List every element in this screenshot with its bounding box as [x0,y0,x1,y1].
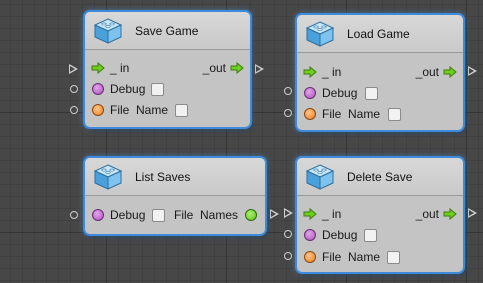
file-name-port-icon[interactable] [304,251,316,263]
list-saves-external-file-names-icon[interactable] [270,209,279,219]
debug-label: Debug [322,86,358,100]
delete-save-external-flow-out-icon[interactable] [468,208,477,218]
flow-row: _ in _out [85,58,250,78]
flow-in-label: _ in [322,207,342,221]
load-game-external-flow-out-icon[interactable] [468,66,477,76]
delete-save-node[interactable]: Delete Save _ in _out Debug File Name [297,158,463,272]
file-names-port-icon[interactable] [245,209,257,221]
flow-out-arrow-icon[interactable] [443,208,457,220]
file-name-port-icon[interactable] [304,108,316,120]
flow-row: _ in _out [297,62,463,82]
debug-label: Debug [110,82,146,96]
file-name-label: File Name [110,103,169,117]
flow-out-label: _out [415,65,439,79]
debug-row: Debug [85,79,250,99]
flow-in-label: _ in [322,65,342,79]
debug-checkbox[interactable] [365,86,378,100]
delete-save-external-debug-icon[interactable] [284,230,292,238]
save-game-header[interactable]: Save Game [85,12,250,50]
save-game-external-flow-in-icon[interactable] [69,64,78,74]
delete-save-header[interactable]: Delete Save [297,158,463,196]
file-name-checkbox[interactable] [388,107,401,121]
save-game-external-flow-out-icon[interactable] [255,64,264,74]
debug-label: Debug [322,228,358,242]
debug-checkbox[interactable] [151,82,164,96]
debug-row: Debug [297,83,463,103]
node-title: List Saves [135,169,191,184]
debug-file-names-row: Debug File Names [85,205,265,225]
load-game-external-file-name-icon[interactable] [284,109,292,117]
delete-save-external-file-name-icon[interactable] [284,252,292,260]
flow-out-label: _out [415,207,439,221]
list-saves-header[interactable]: List Saves [85,158,265,196]
flow-in-arrow-icon[interactable] [303,66,317,78]
flow-in-arrow-icon[interactable] [91,62,105,74]
node-title: Load Game [347,26,410,41]
save-game-node[interactable]: Save Game _ in _out Debug File Name [85,12,250,127]
list-saves-external-debug-icon[interactable] [70,211,78,219]
load-game-header[interactable]: Load Game [297,15,463,53]
load-game-external-debug-icon[interactable] [284,87,292,95]
load-game-node[interactable]: Load Game _ in _out Debug File Name [297,15,463,130]
node-title: Save Game [135,23,199,38]
cube-icon [305,163,335,191]
flow-out-arrow-icon[interactable] [230,62,244,74]
debug-label: Debug [110,208,146,222]
file-name-label: File Name [322,250,381,264]
cube-icon [305,20,335,48]
flow-out-arrow-icon[interactable] [443,66,457,78]
cube-icon [93,163,123,191]
file-name-checkbox[interactable] [387,250,400,264]
save-game-external-file-name-icon[interactable] [70,106,78,114]
debug-port-icon[interactable] [304,87,316,99]
debug-checkbox[interactable] [152,208,165,222]
file-name-row: File Name [297,247,463,267]
debug-checkbox[interactable] [364,228,377,242]
cube-icon [93,17,123,45]
node-title: Delete Save [347,169,413,184]
flow-out-label: _out [202,61,226,75]
file-name-label: File Name [322,107,381,121]
flow-in-label: _ in [110,61,130,75]
file-name-row: File Name [85,100,250,120]
debug-port-icon[interactable] [92,209,104,221]
file-name-row: File Name [297,104,463,124]
delete-save-external-flow-in-icon[interactable] [284,208,293,218]
file-name-checkbox[interactable] [175,103,188,117]
file-name-port-icon[interactable] [92,104,104,116]
flow-row: _ in _out [297,204,463,224]
debug-row: Debug [297,225,463,245]
debug-port-icon[interactable] [304,229,316,241]
file-names-label: File Names [174,208,239,222]
flow-in-arrow-icon[interactable] [303,208,317,220]
debug-port-icon[interactable] [92,83,104,95]
save-game-external-debug-icon[interactable] [70,85,78,93]
list-saves-node[interactable]: List Saves Debug File Names [85,158,265,234]
